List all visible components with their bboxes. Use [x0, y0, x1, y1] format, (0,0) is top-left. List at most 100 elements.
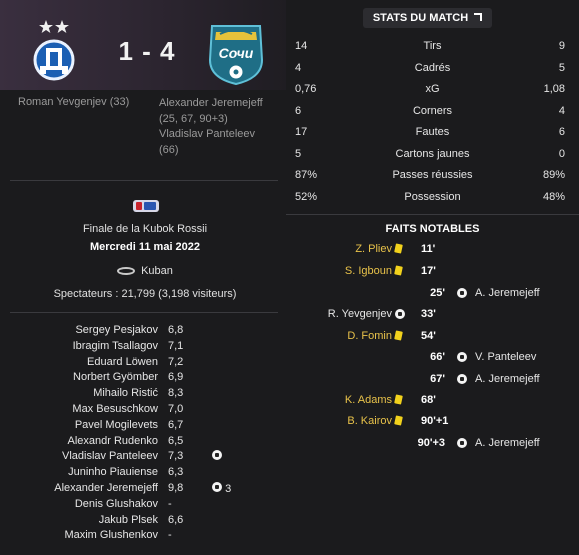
player-row[interactable]: Juninho Piauiense 6,3: [0, 466, 286, 482]
stat-row: 6 Corners 4: [286, 105, 579, 123]
away-scorer-minutes: (25, 67, 90+3): [159, 112, 228, 125]
player-name[interactable]: Mihailo Ristić: [93, 387, 158, 399]
event-home-player[interactable]: D. Fomin: [347, 330, 392, 342]
player-name[interactable]: Juninho Piauiense: [68, 466, 158, 478]
goal-ball-icon: [457, 374, 467, 384]
stat-away: 6: [558, 126, 565, 138]
player-name[interactable]: Max Besuschkow: [72, 403, 158, 415]
goal-ball-icon: [212, 481, 222, 492]
stat-away: 1,08: [543, 83, 565, 95]
event-row: R. Yevgenjev 33': [286, 308, 579, 326]
yellow-card-icon: [394, 394, 403, 405]
stat-away: 48%: [542, 191, 565, 203]
event-away-player[interactable]: A. Jeremejeff: [475, 437, 540, 449]
stadium[interactable]: Kuban: [10, 265, 280, 277]
stat-label: Possession: [404, 191, 461, 203]
player-row[interactable]: Alexandr Rudenko 6,5: [0, 435, 286, 451]
event-away-player[interactable]: A. Jeremejeff: [475, 373, 540, 385]
stat-label: Cartons jaunes: [395, 148, 470, 160]
stat-away: 5: [558, 62, 565, 74]
divider: [10, 180, 278, 181]
player-name[interactable]: Sergey Pesjakov: [75, 324, 158, 336]
player-rating: 7,3: [168, 450, 184, 463]
event-home-player[interactable]: K. Adams: [345, 394, 392, 406]
event-away-player[interactable]: A. Jeremejeff: [475, 287, 540, 299]
event-away-player[interactable]: V. Panteleev: [475, 351, 536, 363]
away-scorer-minutes: (66): [159, 143, 179, 156]
player-row[interactable]: Vladislav Panteleev 7,3: [0, 450, 286, 466]
stadium-name: Kuban: [141, 265, 173, 277]
stat-label: Fautes: [415, 126, 450, 138]
goal-ball-icon: [395, 309, 405, 319]
player-row[interactable]: Sergey Pesjakov 6,8: [0, 324, 286, 340]
player-row[interactable]: Ibragim Tsallagov 7,1: [0, 340, 286, 356]
event-row: S. Igboun 17': [286, 265, 579, 283]
match-score: 1 - 4: [118, 36, 176, 66]
player-row[interactable]: Maxim Glushenkov -: [0, 529, 286, 545]
player-name[interactable]: Pavel Mogilevets: [75, 419, 158, 431]
player-rating: 6,5: [168, 434, 184, 447]
player-rating: 6,7: [168, 418, 184, 431]
event-time: 90'+3: [417, 437, 445, 449]
event-time: 17': [421, 265, 436, 277]
player-row[interactable]: Pavel Mogilevets 6,7: [0, 419, 286, 435]
event-row: 25' A. Jeremejeff: [286, 287, 579, 305]
player-name[interactable]: Alexandr Rudenko: [67, 435, 158, 447]
stat-away: 89%: [542, 169, 565, 181]
player-rating: 7,1: [168, 339, 184, 352]
stat-away: 0: [558, 148, 565, 160]
divider: [10, 312, 278, 313]
event-row: K. Adams 68': [286, 394, 579, 412]
stat-away: 9: [558, 40, 565, 52]
player-name[interactable]: Ibragim Tsallagov: [73, 340, 158, 352]
stat-away: 4: [558, 105, 565, 117]
player-row[interactable]: Mihailo Ristić 8,3: [0, 387, 286, 403]
stat-label: Tirs: [423, 40, 442, 52]
event-time: 90'+1: [421, 415, 449, 427]
event-row: 66' V. Panteleev: [286, 351, 579, 369]
player-row[interactable]: Norbert Gyömber 6,9: [0, 371, 286, 387]
sochi-crest-icon[interactable]: Сочи: [204, 20, 268, 86]
event-row: 67' A. Jeremejeff: [286, 373, 579, 391]
goal-ball-icon: [212, 450, 222, 461]
player-row[interactable]: Jakub Plsek 6,6: [0, 514, 286, 530]
yellow-card-icon: [394, 265, 403, 276]
event-time: 54': [421, 330, 436, 342]
stat-row: 52% Possession 48%: [286, 191, 579, 209]
match-stats-panel: STATS DU MATCH 14 Tirs 9 4 Cadrés 5 0,76 xG 1,…: [286, 0, 579, 555]
event-home-player[interactable]: B. Kairov: [347, 415, 392, 427]
away-scorers: Alexander Jeremejeff (25, 67, 90+3) Vlad…: [159, 96, 263, 158]
stat-label: xG: [425, 83, 440, 95]
kubok-rossii-cup-icon: [133, 200, 159, 212]
player-rating: 7,2: [168, 355, 184, 368]
event-time: 68': [421, 394, 436, 406]
player-name[interactable]: Vladislav Panteleev: [62, 450, 158, 462]
player-rating: -: [168, 497, 172, 510]
svg-text:Сочи: Сочи: [219, 45, 254, 61]
stats-title-label: STATS DU MATCH: [372, 12, 469, 24]
player-name[interactable]: Eduard Löwen: [87, 356, 158, 368]
player-name[interactable]: Denis Glushakov: [75, 498, 158, 510]
player-name[interactable]: Maxim Glushenkov: [64, 529, 158, 541]
player-name[interactable]: Norbert Gyömber: [73, 371, 158, 383]
stat-row: 4 Cadrés 5: [286, 62, 579, 80]
event-home-player[interactable]: Z. Pliev: [355, 243, 392, 255]
stat-label: Passes réussies: [392, 169, 473, 181]
event-time: 25': [430, 287, 445, 299]
event-time: 66': [430, 351, 445, 363]
event-home-player[interactable]: S. Igboun: [345, 265, 392, 277]
dynamo-moscow-crest-icon[interactable]: [32, 18, 76, 86]
player-rating: 6,9: [168, 371, 184, 384]
player-rating: 7,0: [168, 402, 184, 415]
event-home-player[interactable]: R. Yevgenjev: [328, 308, 392, 320]
event-row: D. Fomin 54': [286, 330, 579, 348]
player-row[interactable]: Max Besuschkow 7,0: [0, 403, 286, 419]
player-row[interactable]: Alexander Jeremejeff 9,8 3: [0, 481, 286, 498]
player-name[interactable]: Jakub Plsek: [99, 514, 158, 526]
player-row[interactable]: Denis Glushakov -: [0, 498, 286, 514]
player-row[interactable]: Eduard Löwen 7,2: [0, 356, 286, 372]
match-stats-button[interactable]: STATS DU MATCH: [363, 8, 492, 28]
player-name[interactable]: Alexander Jeremejeff: [54, 482, 158, 494]
goal-event: [212, 450, 222, 463]
goal-ball-icon: [457, 352, 467, 362]
